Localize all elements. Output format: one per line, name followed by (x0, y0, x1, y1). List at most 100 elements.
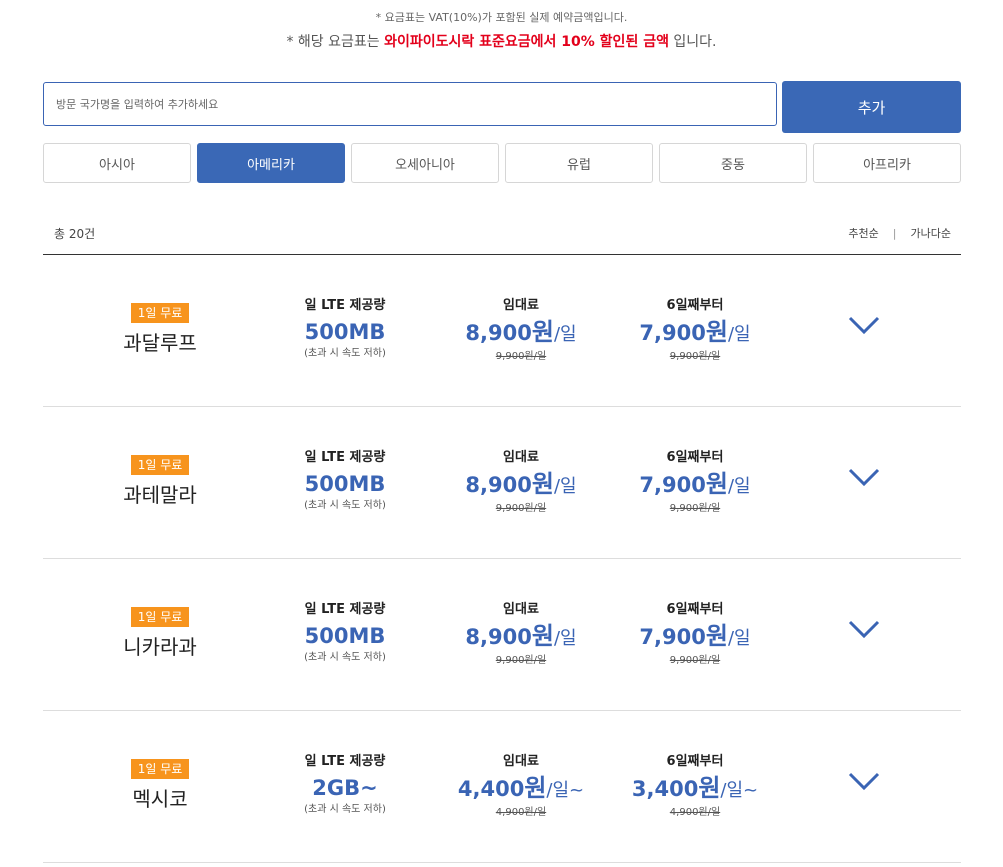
discount-notice-highlight: 와이파이도시락 표준요금에서 10% 할인된 금액 (384, 34, 669, 50)
rent-price-line: 8,900원/일 (441, 621, 601, 654)
data-allowance-amount: 500MB (304, 472, 386, 496)
country-name: 멕시코 (132, 787, 188, 811)
list-item: 1일 무료 멕시코 일 LTE 제공량 2GB~ (초과 시 속도 저하) 임대… (43, 711, 961, 863)
data-allowance-header: 일 LTE 제공량 (304, 450, 386, 465)
rent-header: 임대료 (503, 298, 539, 313)
discount-notice: * 해당 요금표는 와이파이도시락 표준요금에서 10% 할인된 금액 입니다. (0, 31, 1003, 51)
chevron-down-icon[interactable] (848, 619, 880, 639)
discount-notice-suffix: 입니다. (668, 34, 717, 50)
rent-original-price: 9,900원/일 (495, 351, 547, 362)
country-name: 니카라과 (123, 635, 197, 659)
after-day6-cell: 6일째부터 7,900원/일 9,900원/일 (615, 601, 775, 668)
list-item: 1일 무료 과달루프 일 LTE 제공량 500MB (초과 시 속도 저하) … (43, 255, 961, 407)
after-day6-price-line: 7,900원/일 (615, 317, 775, 350)
after-day6-price: 7,900 (639, 321, 706, 345)
country-name: 과테말라 (123, 483, 197, 507)
result-count: 총 20건 (54, 227, 96, 241)
data-allowance-cell: 일 LTE 제공량 500MB (초과 시 속도 저하) (265, 297, 425, 361)
data-allowance-cell: 일 LTE 제공량 500MB (초과 시 속도 저하) (265, 601, 425, 665)
rent-cell: 임대료 4,400원/일~ 4,900원/일 (441, 753, 601, 820)
after-day6-header: 6일째부터 (666, 298, 724, 313)
sort-alphabetical-link[interactable]: 가나다순 (911, 225, 951, 241)
rent-cell: 임대료 8,900원/일 9,900원/일 (441, 297, 601, 364)
chevron-down-icon[interactable] (848, 315, 880, 335)
after-day6-header: 6일째부터 (666, 602, 724, 617)
rent-original-price: 9,900원/일 (495, 655, 547, 666)
data-allowance-cell: 일 LTE 제공량 500MB (초과 시 속도 저하) (265, 449, 425, 513)
chevron-down-icon[interactable] (848, 771, 880, 791)
chevron-down-icon[interactable] (848, 467, 880, 487)
tab-asia[interactable]: 아시아 (43, 143, 191, 183)
rent-price: 8,900 (465, 473, 532, 497)
after-day6-unit: /일 (727, 476, 751, 497)
sort-options: 추천순 | 가나다순 (848, 225, 951, 241)
data-allowance-amount: 2GB~ (312, 776, 378, 800)
after-day6-currency: 원 (705, 622, 728, 650)
after-day6-price: 7,900 (639, 625, 706, 649)
data-allowance-note: (초과 시 속도 저하) (304, 652, 386, 663)
data-allowance-cell: 일 LTE 제공량 2GB~ (초과 시 속도 저하) (265, 753, 425, 817)
free-day-badge: 1일 무료 (130, 607, 190, 627)
rent-original-price: 9,900원/일 (495, 503, 547, 514)
data-allowance-header: 일 LTE 제공량 (304, 298, 386, 313)
tab-africa[interactable]: 아프리카 (813, 143, 961, 183)
rent-price: 4,400 (457, 777, 525, 801)
add-country-button[interactable]: 추가 (782, 81, 961, 133)
country-cell: 1일 무료 니카라과 (103, 606, 217, 660)
after-day6-cell: 6일째부터 3,400원/일~ 4,900원/일 (615, 753, 775, 820)
rent-original-price: 4,900원/일 (495, 807, 547, 818)
after-day6-header: 6일째부터 (666, 450, 724, 465)
after-day6-unit: /일 (727, 628, 751, 649)
after-day6-original-price: 9,900원/일 (669, 503, 721, 514)
rent-cell: 임대료 8,900원/일 9,900원/일 (441, 601, 601, 668)
after-day6-original-price: 9,900원/일 (669, 351, 721, 362)
rent-header: 임대료 (503, 450, 539, 465)
sort-recommended-link[interactable]: 추천순 (848, 225, 878, 241)
tab-oceania[interactable]: 오세아니아 (351, 143, 499, 183)
rent-unit: /일~ (546, 780, 585, 801)
rent-header: 임대료 (503, 754, 539, 769)
tab-europe[interactable]: 유럽 (505, 143, 653, 183)
rent-price-line: 8,900원/일 (441, 317, 601, 350)
discount-notice-prefix: * 해당 요금표는 (286, 34, 385, 50)
data-allowance-amount: 500MB (304, 624, 386, 648)
rent-price-line: 8,900원/일 (441, 469, 601, 502)
free-day-badge: 1일 무료 (130, 455, 190, 475)
rent-unit: /일 (553, 476, 577, 497)
country-search-input[interactable] (43, 82, 777, 126)
country-cell: 1일 무료 과달루프 (103, 302, 217, 356)
after-day6-unit: /일~ (720, 780, 759, 801)
rent-unit: /일 (553, 324, 577, 345)
after-day6-currency: 원 (705, 318, 728, 346)
country-name: 과달루프 (123, 331, 197, 355)
free-day-badge: 1일 무료 (130, 759, 190, 779)
rent-currency: 원 (531, 622, 554, 650)
after-day6-original-price: 9,900원/일 (669, 655, 721, 666)
data-allowance-header: 일 LTE 제공량 (304, 602, 386, 617)
after-day6-unit: /일 (727, 324, 751, 345)
data-allowance-amount: 500MB (304, 320, 386, 344)
country-cell: 1일 무료 멕시코 (103, 758, 217, 812)
after-day6-price-line: 7,900원/일 (615, 469, 775, 502)
rent-price: 8,900 (465, 321, 532, 345)
region-tabs: 아시아 아메리카 오세아니아 유럽 중동 아프리카 (43, 143, 961, 183)
after-day6-cell: 6일째부터 7,900원/일 9,900원/일 (615, 449, 775, 516)
tab-america[interactable]: 아메리카 (197, 143, 345, 183)
vat-notice: * 요금표는 VAT(10%)가 포함된 실제 예약금액입니다. (375, 11, 628, 24)
country-cell: 1일 무료 과테말라 (103, 454, 217, 508)
rent-cell: 임대료 8,900원/일 9,900원/일 (441, 449, 601, 516)
sort-separator: | (892, 226, 897, 240)
list-item: 1일 무료 니카라과 일 LTE 제공량 500MB (초과 시 속도 저하) … (43, 559, 961, 711)
rent-currency: 원 (524, 774, 547, 802)
rent-currency: 원 (531, 318, 554, 346)
after-day6-price-line: 3,400원/일~ (615, 773, 775, 806)
rent-header: 임대료 (503, 602, 539, 617)
tab-middle-east[interactable]: 중동 (659, 143, 807, 183)
data-allowance-note: (초과 시 속도 저하) (304, 804, 386, 815)
data-allowance-note: (초과 시 속도 저하) (304, 348, 386, 359)
rent-price: 8,900 (465, 625, 532, 649)
after-day6-price-line: 7,900원/일 (615, 621, 775, 654)
data-allowance-note: (초과 시 속도 저하) (304, 500, 386, 511)
rate-list: 1일 무료 과달루프 일 LTE 제공량 500MB (초과 시 속도 저하) … (43, 254, 961, 863)
data-allowance-header: 일 LTE 제공량 (304, 754, 386, 769)
